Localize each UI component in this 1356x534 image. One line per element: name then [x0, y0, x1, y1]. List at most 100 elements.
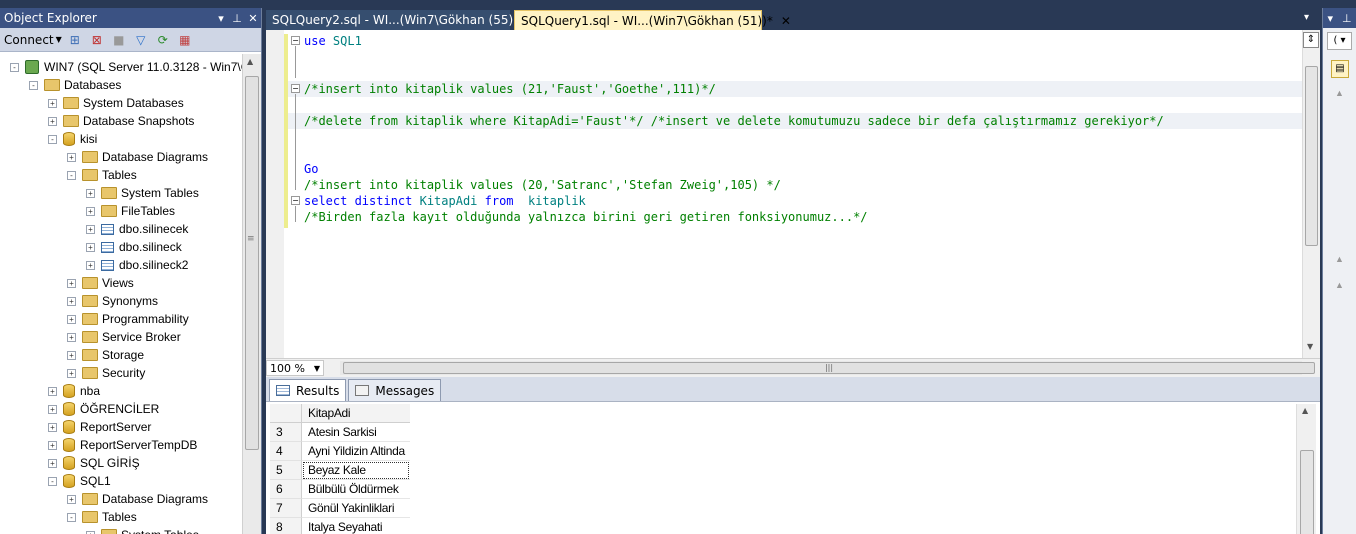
collapse-icon[interactable]: -	[67, 512, 76, 522]
grid-cell[interactable]: Ayni Yildizin Altinda	[302, 442, 410, 461]
row-number[interactable]: 4	[270, 442, 302, 461]
split-editor-icon[interactable]: ⇕	[1303, 32, 1319, 48]
code-line[interactable]: select distinct KitapAdi from kitaplik	[304, 193, 586, 209]
tree-node[interactable]: - SQL1	[48, 472, 111, 490]
expand-icon[interactable]: +	[48, 458, 57, 468]
grid-cell[interactable]: Atesin Sarkisi	[302, 423, 410, 442]
code-line[interactable]: use SQL1	[304, 33, 362, 49]
zoom-select[interactable]: 100 % ▼	[266, 360, 324, 376]
column-header-kitapadi[interactable]: KitapAdi	[302, 404, 410, 423]
tree-node[interactable]: + Database Snapshots	[48, 112, 194, 130]
collapse-region-icon[interactable]: −	[291, 196, 300, 205]
scrollbar-thumb[interactable]: |||	[343, 362, 1315, 374]
tree-node[interactable]: + Storage	[67, 346, 144, 364]
code-line[interactable]: Go	[304, 161, 318, 177]
tab-sqlquery2[interactable]: SQLQuery2.sql - WI...(Win7\Gökhan (55))*	[266, 10, 524, 30]
expand-icon[interactable]: +	[67, 368, 76, 378]
tree-node[interactable]: + Database Diagrams	[67, 148, 208, 166]
tree-node[interactable]: + Synonyms	[67, 292, 158, 310]
tree-node[interactable]: + ReportServerTempDB	[48, 436, 197, 454]
collapse-icon[interactable]: -	[67, 170, 76, 180]
tree-node[interactable]: + Service Broker	[67, 328, 181, 346]
scrollbar-thumb[interactable]	[1300, 450, 1314, 534]
expand-icon[interactable]: +	[67, 296, 76, 306]
refresh-icon[interactable]: ⟳	[154, 31, 172, 49]
chevron-down-icon[interactable]: ▾	[1327, 12, 1333, 25]
collapse-icon[interactable]: ▲	[1335, 254, 1344, 264]
expand-icon[interactable]: +	[67, 314, 76, 324]
scrollbar-thumb[interactable]	[245, 76, 259, 450]
expand-icon[interactable]: +	[86, 224, 95, 234]
tree-node[interactable]: - WIN7 (SQL Server 11.0.3128 - Win7\G	[10, 58, 242, 76]
stop-icon[interactable]: ■	[110, 31, 128, 49]
row-number[interactable]: 7	[270, 499, 302, 518]
code-line[interactable]: /*insert into kitaplik values (20,'Satra…	[304, 177, 781, 193]
table-row[interactable]: 8 Italya Seyahati	[270, 518, 410, 534]
pin-icon[interactable]: ⊥	[229, 12, 245, 25]
row-header-corner[interactable]	[270, 404, 302, 423]
collapse-region-icon[interactable]: −	[291, 84, 300, 93]
expand-icon[interactable]: +	[86, 260, 95, 270]
tree-node[interactable]: + System Tables	[86, 184, 199, 202]
tree-node[interactable]: + SQL GİRİŞ	[48, 454, 140, 472]
grid-cell[interactable]: Bülbülü Öldürmek	[302, 480, 410, 499]
collapse-icon[interactable]: ▲	[1335, 280, 1344, 290]
tab-messages[interactable]: Messages	[348, 379, 442, 401]
results-grid[interactable]: KitapAdi 3 Atesin Sarkisi 4 Ayni Yildizin A…	[266, 401, 1320, 534]
tree-node[interactable]: + ÖĞRENCİLER	[48, 400, 159, 418]
table-row[interactable]: 3 Atesin Sarkisi	[270, 423, 410, 442]
expand-icon[interactable]: +	[67, 494, 76, 504]
tree-node[interactable]: + dbo.silinecek	[86, 220, 188, 238]
tree-node[interactable]: + System Tables	[86, 526, 199, 534]
query-editor[interactable]: use SQL1−/*insert into kitaplik values (…	[266, 30, 1320, 358]
tree-node[interactable]: + nba	[48, 382, 100, 400]
tree-node[interactable]: + Database Diagrams	[67, 490, 208, 508]
tree-node[interactable]: + Programmability	[67, 310, 189, 328]
expand-icon[interactable]: +	[67, 350, 76, 360]
results-vertical-scrollbar[interactable]: ▲	[1296, 404, 1316, 534]
code-line[interactable]: /*delete from kitaplik where KitapAdi='F…	[304, 113, 1164, 129]
tree-node[interactable]: - Databases	[29, 76, 121, 94]
pin-icon[interactable]: ⊥	[1342, 12, 1352, 25]
expand-icon[interactable]: +	[48, 386, 57, 396]
window-position-icon[interactable]: ▾	[213, 12, 229, 25]
table-row[interactable]: 4 Ayni Yildizin Altinda	[270, 442, 410, 461]
row-number[interactable]: 5	[270, 461, 302, 480]
expand-icon[interactable]: +	[48, 404, 57, 414]
collapse-region-icon[interactable]: −	[291, 36, 300, 45]
expand-icon[interactable]: +	[67, 152, 76, 162]
tree-node[interactable]: + dbo.silineck	[86, 238, 182, 256]
grid-cell[interactable]: Beyaz Kale	[302, 461, 410, 480]
activity-monitor-icon[interactable]: ▦	[176, 31, 194, 49]
tree-node[interactable]: - kisi	[48, 130, 97, 148]
table-row[interactable]: 6 Bülbülü Öldürmek	[270, 480, 410, 499]
tree-node[interactable]: + dbo.silineck2	[86, 256, 188, 274]
row-number[interactable]: 8	[270, 518, 302, 534]
expand-icon[interactable]: +	[86, 242, 95, 252]
tree-node[interactable]: - Tables	[67, 508, 137, 526]
expand-icon[interactable]: +	[48, 98, 57, 108]
grid-cell[interactable]: Italya Seyahati	[302, 518, 410, 534]
connect-icon[interactable]: ⊞	[66, 31, 84, 49]
code-line[interactable]: /*Birden fazla kayıt olduğunda yalnızca …	[304, 209, 868, 225]
filter-icon[interactable]: ▽	[132, 31, 150, 49]
row-number[interactable]: 6	[270, 480, 302, 499]
expand-icon[interactable]: +	[86, 530, 95, 534]
connect-button[interactable]: Connect ▼	[4, 33, 62, 47]
editor-horizontal-scrollbar[interactable]: |||	[340, 361, 1315, 375]
expand-icon[interactable]: +	[48, 422, 57, 432]
table-row[interactable]: 5 Beyaz Kale	[270, 461, 410, 480]
tab-list-icon[interactable]: ▾	[1304, 12, 1309, 23]
code-line[interactable]: /*insert into kitaplik values (21,'Faust…	[304, 81, 716, 97]
expand-icon[interactable]: +	[86, 206, 95, 216]
scroll-up-icon[interactable]: ▲	[1302, 406, 1308, 415]
expand-icon[interactable]: +	[48, 440, 57, 450]
scroll-up-icon[interactable]: ▲	[247, 57, 253, 66]
expand-icon[interactable]: +	[86, 188, 95, 198]
tree-node[interactable]: + Security	[67, 364, 145, 382]
close-icon[interactable]: ✕	[245, 12, 261, 25]
tree-node[interactable]: + Views	[67, 274, 134, 292]
object-explorer-scrollbar[interactable]: ▲ ≡	[242, 54, 261, 534]
tab-results[interactable]: Results	[269, 379, 347, 401]
tree-node[interactable]: + System Databases	[48, 94, 184, 112]
